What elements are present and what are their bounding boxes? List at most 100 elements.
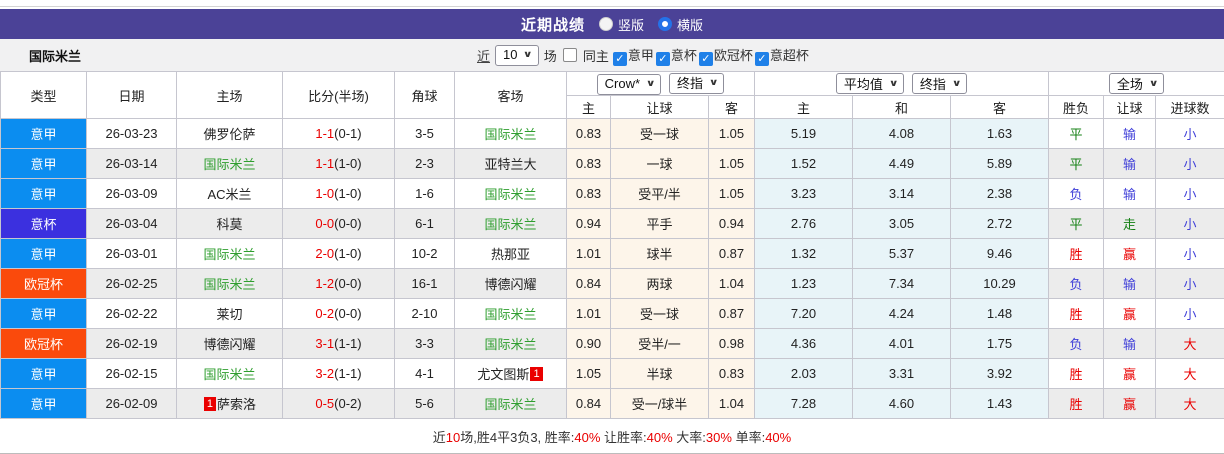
handicap-cell: 球半	[610, 238, 709, 269]
avg-away-cell: 1.48	[950, 298, 1049, 329]
team-name: 亚特兰大	[484, 157, 537, 172]
avg-home-cell: 2.03	[754, 358, 853, 389]
competition-checkbox[interactable]: ✓	[612, 51, 627, 66]
fulltime-score: 1-2	[315, 276, 335, 291]
red-card-badge: 1	[530, 367, 543, 381]
avg-draw-cell: 4.01	[852, 328, 951, 359]
home-team-cell: 国际米兰	[176, 268, 283, 299]
avg-draw-cell: 5.37	[852, 238, 951, 269]
corner-cell: 6-1	[394, 208, 455, 239]
handicap-result-cell: 赢	[1103, 298, 1156, 329]
team-name: 国际米兰	[484, 187, 537, 202]
summary-segment: 40%	[765, 429, 792, 445]
away-team-cell: 国际米兰	[454, 208, 567, 239]
team-name: 萨索洛	[217, 397, 257, 412]
layout-radio-horizontal[interactable]: 横版	[658, 15, 703, 34]
avg-home-cell: 7.20	[754, 298, 853, 329]
home-odds-cell: 0.90	[566, 328, 611, 359]
date-cell: 26-02-15	[86, 358, 177, 389]
col-header-odds-away: 客	[708, 95, 755, 119]
goals-cell: 小	[1154, 298, 1224, 329]
recent-link[interactable]: 近	[477, 46, 490, 65]
corner-cell: 10-2	[394, 238, 455, 269]
layout-radio-vertical[interactable]: 竖版	[598, 15, 644, 34]
page-title: 近期战绩	[520, 16, 585, 34]
league-cell: 意甲	[0, 238, 87, 269]
games-label: 场	[543, 48, 557, 64]
recent-games-select[interactable]: 10 ∨	[495, 44, 539, 66]
team-name: 国际米兰	[484, 337, 537, 352]
result-scope-header: 全场 ∨	[1047, 71, 1224, 96]
odds-source-select[interactable]: Crow* ∨	[596, 73, 662, 95]
chevron-down-icon: ∨	[1148, 77, 1159, 88]
home-odds-cell: 1.01	[566, 238, 611, 269]
competition-label: 意甲	[627, 47, 654, 63]
league-cell: 意杯	[0, 208, 87, 239]
handicap-result-cell: 赢	[1103, 388, 1156, 419]
score-cell: 1-1(0-1)	[282, 118, 395, 149]
avg-away-cell: 2.38	[950, 178, 1049, 209]
away-odds-cell: 0.83	[708, 358, 755, 389]
goals-cell: 小	[1154, 268, 1224, 299]
col-header-handicap-result: 让球	[1103, 95, 1156, 119]
league-cell: 意甲	[0, 358, 87, 389]
chevron-down-icon: ∨	[645, 78, 656, 88]
scope-select[interactable]: 全场 ∨	[1108, 73, 1165, 94]
team-name: 佛罗伦萨	[203, 127, 256, 142]
score-cell: 1-2(0-0)	[282, 268, 395, 299]
home-team-cell: 博德闪耀	[176, 328, 283, 359]
table-row: 意甲 26-03-23 佛罗伦萨 1-1(0-1) 3-5 国际米兰 0.83 受一球 1.05…	[0, 118, 1224, 149]
europe-avg-select[interactable]: 平均值 ∨	[835, 73, 905, 94]
chevron-down-icon: ∨	[951, 77, 962, 88]
competition-checkbox[interactable]: ✓	[698, 51, 713, 66]
col-header-avg-home: 主	[754, 95, 853, 119]
team-name: 热那亚	[490, 247, 530, 262]
handicap-cell: 受一球	[610, 298, 709, 329]
date-cell: 26-03-14	[86, 148, 177, 179]
team-name: 国际米兰	[484, 217, 537, 232]
europe-time-select[interactable]: 终指 ∨	[911, 73, 968, 94]
handicap-cell: 一球	[610, 148, 709, 179]
avg-draw-cell: 4.08	[852, 118, 951, 149]
result-cell: 负	[1048, 328, 1104, 359]
home-odds-cell: 0.83	[566, 148, 611, 179]
score-cell: 0-2(0-0)	[282, 298, 395, 329]
halftime-score: (0-0)	[334, 276, 362, 291]
league-cell: 意甲	[0, 298, 87, 329]
competition-filters: ✓ 意甲 ✓ 意杯 ✓ 欧冠杯 ✓ 意超杯	[611, 45, 809, 66]
handicap-result-cell: 赢	[1103, 238, 1156, 269]
league-cell: 意甲	[0, 388, 87, 419]
team-name: 科莫	[216, 217, 243, 232]
team-name: 尤文图斯	[477, 367, 530, 382]
date-cell: 26-03-04	[86, 208, 177, 239]
competition-checkbox[interactable]: ✓	[655, 51, 670, 66]
table-row: 意甲 26-03-14 国际米兰 1-1(1-0) 2-3 亚特兰大 0.83 一球 1.05 1…	[0, 148, 1224, 179]
halftime-score: (1-1)	[334, 336, 362, 351]
radio-unchecked-icon	[598, 17, 613, 31]
result-cell: 负	[1048, 178, 1104, 209]
competition-checkbox[interactable]: ✓	[754, 51, 769, 66]
league-cell: 意甲	[0, 178, 87, 209]
avg-home-cell: 3.23	[754, 178, 853, 209]
summary-segment: 让胜率:	[600, 429, 647, 445]
fulltime-score: 2-0	[315, 246, 335, 261]
col-header-score: 比分(半场)	[282, 71, 395, 119]
date-cell: 26-02-09	[86, 388, 177, 419]
away-team-cell: 国际米兰	[454, 388, 567, 419]
corner-cell: 4-1	[394, 358, 455, 389]
corner-cell: 2-10	[394, 298, 455, 329]
avg-home-cell: 2.76	[754, 208, 853, 239]
halftime-score: (1-0)	[334, 186, 362, 201]
score-cell: 3-1(1-1)	[282, 328, 395, 359]
corner-cell: 3-5	[394, 118, 455, 149]
corner-cell: 5-6	[394, 388, 455, 419]
away-odds-cell: 0.98	[708, 328, 755, 359]
corner-cell: 2-3	[394, 148, 455, 179]
summary-segment: 40%	[646, 429, 673, 445]
avg-away-cell: 9.46	[950, 238, 1049, 269]
same-home-checkbox[interactable]	[562, 48, 577, 62]
away-team-cell: 博德闪耀	[454, 268, 567, 299]
avg-away-cell: 1.75	[950, 328, 1049, 359]
odds-time-select[interactable]: 终指 ∨	[669, 72, 725, 94]
recent-results-table: 类型 日期 主场 比分(半场) 角球 客场 Crow* ∨ 终指 ∨ 平均值 ∨	[0, 71, 1224, 419]
